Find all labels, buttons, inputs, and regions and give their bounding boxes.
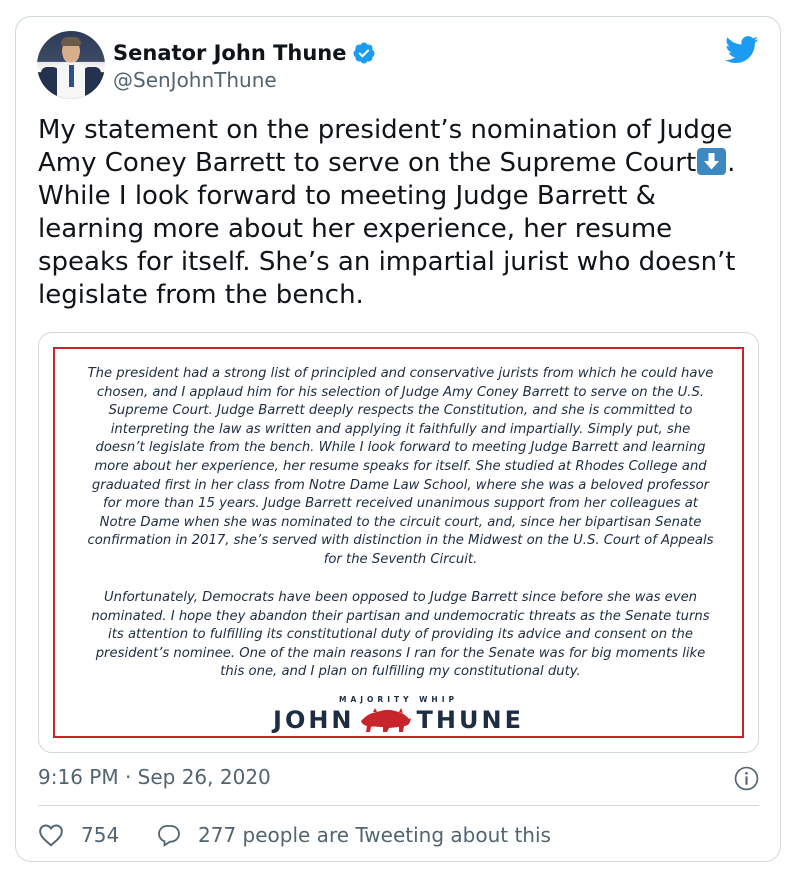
wordmark-first-name: JOHN xyxy=(273,706,355,734)
avatar-arm xyxy=(83,67,101,97)
speech-bubble-icon xyxy=(158,825,180,847)
avatar-hair xyxy=(61,37,81,46)
heart-icon xyxy=(39,824,63,847)
attached-image[interactable]: The president had a strong list of princ… xyxy=(38,332,759,753)
like-button[interactable]: 754 xyxy=(38,820,119,850)
tweet-text: My statement on the president’s nominati… xyxy=(38,114,768,312)
statement-frame: The president had a strong list of princ… xyxy=(53,347,744,738)
conversation-link[interactable]: 277 people are Tweeting about this xyxy=(156,820,551,850)
tweet-timestamp[interactable]: 9:16 PM · Sep 26, 2020 xyxy=(38,763,271,791)
like-count: 754 xyxy=(81,823,120,847)
verified-badge-icon xyxy=(353,42,375,64)
twitter-bird-icon[interactable] xyxy=(725,36,759,64)
avatar[interactable] xyxy=(37,31,105,99)
author-name[interactable]: Senator John Thune xyxy=(113,40,347,66)
info-icon[interactable] xyxy=(734,766,759,791)
bison-logo-icon xyxy=(360,708,411,732)
wordmark-subtitle: MAJORITY WHIP xyxy=(339,695,458,704)
wordmark-last-name: THUNE xyxy=(416,706,524,734)
down-arrow-emoji-icon xyxy=(697,148,727,175)
statement-paragraph-2: Unfortunately, Democrats have been oppos… xyxy=(91,590,710,680)
tweet-text-part-1: My statement on the president’s nominati… xyxy=(38,115,733,178)
conversation-text: 277 people are Tweeting about this xyxy=(198,823,551,847)
avatar-tie xyxy=(69,65,74,87)
divider xyxy=(38,805,759,806)
john-thune-wordmark: JOHN THUNE xyxy=(55,704,742,734)
author-handle[interactable]: @SenJohnThune xyxy=(113,67,277,93)
statement-paragraph-1: The president had a strong list of princ… xyxy=(87,366,714,567)
